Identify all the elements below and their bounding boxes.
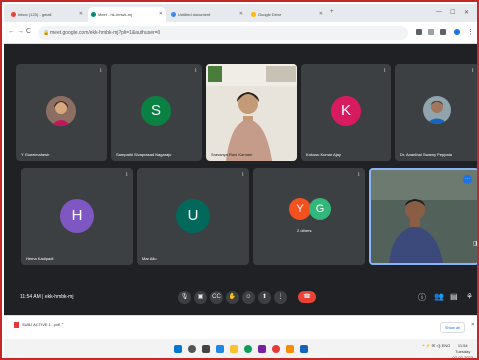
browser-tab-bar: Inbox (123) - gmail ✕ Meet - hk-hmwk-mj … — [4, 4, 477, 22]
task-view-icon[interactable] — [202, 345, 210, 353]
forward-icon[interactable]: → — [17, 28, 24, 35]
avatar: S — [141, 96, 171, 126]
tab-meet[interactable]: Meet - hk-hmwk-mj ✕ — [88, 7, 166, 22]
activities-icon[interactable]: ⚘ — [466, 292, 473, 301]
emoji-icon[interactable]: ☺ — [242, 291, 255, 304]
window-close-icon[interactable]: ✕ — [464, 9, 469, 16]
mic-icon[interactable]: 🎙 — [178, 291, 191, 304]
mic-off-icon: ⌇ — [383, 68, 386, 74]
camera-icon[interactable]: ▣ — [194, 291, 207, 304]
reload-icon[interactable]: C — [26, 28, 31, 35]
side-panel-icon[interactable]: ◨ — [473, 240, 477, 247]
maximize-icon[interactable]: ☐ — [450, 9, 455, 16]
url-field[interactable]: 🔒 meet.google.com/ekk-hmbk-mj?pli=1&auth… — [38, 26, 408, 40]
participant-tile[interactable]: ⌇ U Mar Allu — [137, 168, 249, 265]
store-icon[interactable] — [258, 345, 266, 353]
chrome-icon[interactable] — [272, 345, 280, 353]
tab-drive[interactable]: Google Drive ✕ — [248, 7, 326, 22]
mic-off-icon: ⌇ — [194, 68, 197, 74]
info-icon[interactable]: ⓘ — [418, 292, 426, 303]
address-bar-row: ← → C 🔒 meet.google.com/ekk-hmbk-mj?pli=… — [4, 22, 477, 44]
widgets-icon[interactable] — [216, 345, 224, 353]
file-explorer-icon[interactable] — [230, 345, 238, 353]
edge-icon[interactable] — [244, 345, 252, 353]
bookmark-icon[interactable] — [428, 29, 434, 35]
search-icon[interactable] — [188, 345, 196, 353]
close-icon[interactable]: ✕ — [159, 11, 163, 17]
word-icon[interactable] — [300, 345, 308, 353]
start-icon[interactable] — [174, 345, 182, 353]
extension-icon[interactable] — [440, 29, 446, 35]
meeting-time: 11:54 AM | ekk-hmbk-mj — [20, 294, 74, 300]
mic-off-icon: ⌇ — [99, 68, 102, 74]
avatar: U — [176, 199, 210, 233]
more-options-icon[interactable]: ⋮ — [274, 291, 287, 304]
raise-hand-icon[interactable]: ✋ — [226, 291, 239, 304]
close-icon[interactable]: ✕ — [239, 11, 243, 17]
tab-docs[interactable]: Untitled document ✕ — [168, 7, 246, 22]
system-tray[interactable]: ^ ⚡ ✉ ◁) ENG 11:54 Tuesday 07-02-2023 — [422, 343, 473, 358]
mic-off-icon: ⌇ — [125, 172, 128, 178]
new-tab-icon[interactable]: + — [330, 9, 334, 15]
mic-off-icon: ⌇ — [471, 68, 474, 74]
drive-icon — [251, 12, 256, 17]
avatar — [423, 96, 451, 124]
participant-tile[interactable]: ⌇ H Hema Kadipadi — [21, 168, 133, 265]
lock-icon: 🔒 — [43, 30, 50, 36]
pdf-icon — [14, 322, 19, 328]
download-item[interactable]: SUBJ ACTIVE 1...pdf ⌃ — [14, 322, 64, 328]
tray-status: ^ ⚡ ✉ ◁) ENG — [422, 343, 451, 348]
avatar: H — [60, 199, 94, 233]
participant-tile[interactable]: ⌇ S Sampathi Sivaprasad Nagaraju — [111, 64, 202, 161]
people-icon[interactable]: 👥 — [434, 292, 444, 301]
docs-icon — [171, 12, 176, 17]
present-icon[interactable]: ⬆ — [258, 291, 271, 304]
more-options-icon[interactable]: ⋯ — [463, 175, 472, 184]
screen-frame: Inbox (123) - gmail ✕ Meet - hk-hmwk-mj … — [0, 0, 479, 360]
mic-off-icon: ⌇ — [357, 172, 360, 178]
others-tile[interactable]: ⌇ Y G 2 others — [253, 168, 365, 265]
app-icon[interactable] — [286, 345, 294, 353]
mic-off-icon: ⌇ — [241, 172, 244, 178]
participant-tile[interactable]: ⌇ K Kokosu Kumar Ajay — [301, 64, 391, 161]
download-bar: SUBJ ACTIVE 1...pdf ⌃ Show all ✕ — [4, 315, 477, 339]
self-camera-feed — [371, 170, 477, 263]
meeting-control-bar: 11:54 AM | ekk-hmbk-mj 🎙 ▣ CC ✋ ☺ ⬆ ⋮ ☎ … — [4, 283, 477, 315]
participant-tile[interactable]: ⌇ Dr. Ananthal Swamy Peppala — [395, 64, 477, 161]
close-icon[interactable]: ✕ — [471, 322, 475, 328]
avatar: Y — [289, 198, 311, 220]
chat-icon[interactable]: ▤ — [450, 292, 458, 301]
participant-camera-tile[interactable]: Sravanya Rani Karnam — [206, 64, 297, 161]
tab-gmail[interactable]: Inbox (123) - gmail ✕ — [8, 7, 86, 22]
camera-feed — [206, 64, 297, 161]
clock[interactable]: 11:54 Tuesday 07-02-2023 — [453, 343, 473, 358]
participant-tile[interactable]: ⌇ Y Gowrimahesh — [16, 64, 107, 161]
self-view-tile[interactable]: ⋯ — [369, 168, 477, 265]
avatar: G — [309, 198, 331, 220]
cast-icon[interactable] — [416, 29, 422, 35]
show-all-button[interactable]: Show all — [439, 322, 465, 333]
menu-dots-icon[interactable]: ⋮ — [467, 28, 474, 36]
profile-icon[interactable] — [454, 29, 460, 35]
windows-taskbar: ^ ⚡ ✉ ◁) ENG 11:54 Tuesday 07-02-2023 — [4, 339, 477, 358]
meet-icon — [91, 12, 96, 17]
back-icon[interactable]: ← — [8, 28, 15, 35]
close-icon[interactable]: ✕ — [79, 11, 83, 17]
avatar: K — [331, 96, 361, 126]
minimize-icon[interactable]: — — [436, 9, 442, 15]
gmail-icon — [11, 12, 16, 17]
meet-stage: ⌇ Y Gowrimahesh ⌇ S Sampathi Sivaprasad … — [4, 44, 477, 314]
avatar — [46, 96, 76, 126]
leave-call-button[interactable]: ☎ — [298, 291, 316, 303]
close-icon[interactable]: ✕ — [319, 11, 323, 17]
captions-icon[interactable]: CC — [210, 291, 223, 304]
